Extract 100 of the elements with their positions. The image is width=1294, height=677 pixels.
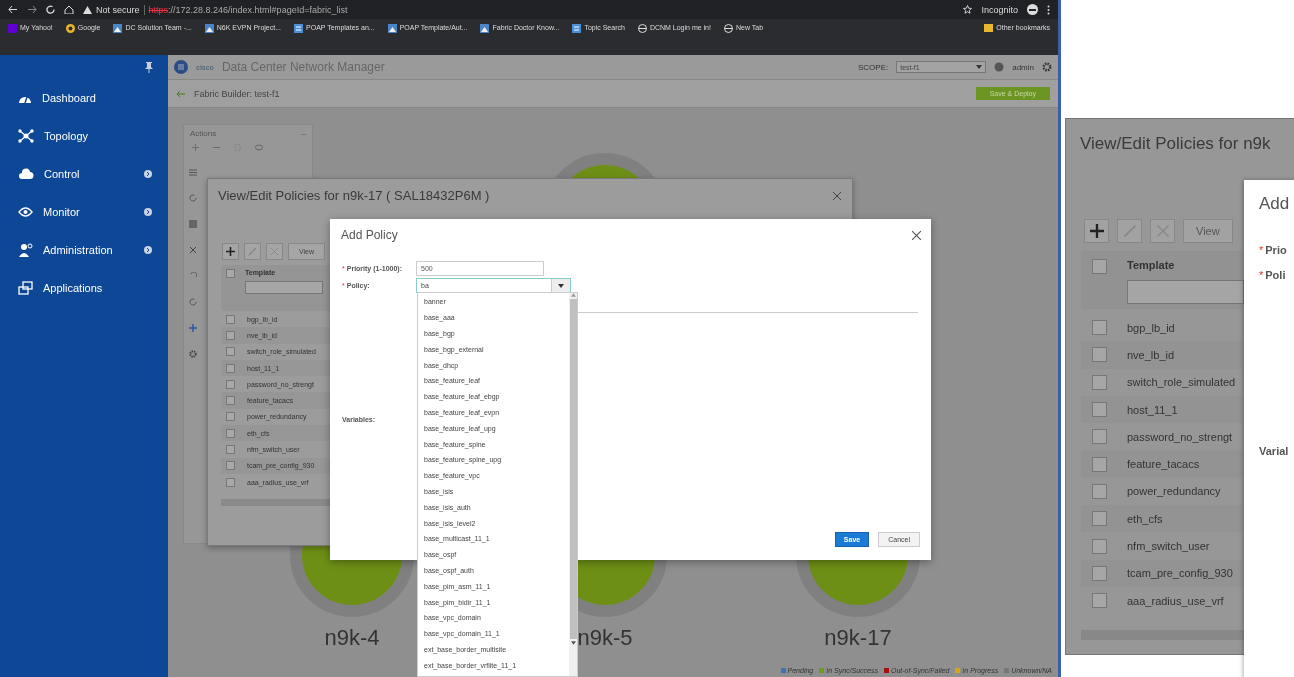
table-cell: aaa_radius_use_vrf (1127, 594, 1224, 607)
filter-field[interactable] (245, 281, 323, 294)
pin-icon (145, 61, 153, 73)
row-checkbox[interactable] (226, 428, 235, 438)
select-all-checkbox[interactable] (226, 269, 235, 278)
eye-icon (18, 207, 33, 217)
panel-title: Actions (190, 129, 217, 138)
network-icon (18, 129, 34, 143)
add-button[interactable] (1084, 219, 1109, 243)
table-cell: nfm_switch_user (1127, 540, 1210, 552)
dialog-title: View/Edit Policies for n9k-17 ( SAL18432P6M ) (218, 188, 490, 203)
dialog-title: Add (1259, 194, 1290, 214)
caret-icon (558, 283, 564, 288)
row-checkbox[interactable] (1092, 511, 1107, 527)
close-icon (832, 191, 842, 201)
row-checkbox[interactable] (226, 445, 235, 454)
horizontal-scrollbar[interactable] (221, 499, 331, 507)
node-label: n9k-5 (577, 625, 633, 651)
nav-item[interactable]: Dashboard (42, 92, 168, 104)
table-cell: password_no_strengt (1127, 430, 1233, 443)
settings-icon (1042, 62, 1052, 72)
row-checkbox[interactable] (226, 477, 235, 487)
table-cell: feature_tacacs (1127, 458, 1200, 471)
table-cell: bgp_lb_id (1127, 321, 1175, 334)
edit-button[interactable] (1117, 219, 1142, 243)
scroll-up-icon (570, 293, 576, 297)
row-checkbox[interactable] (1092, 402, 1107, 418)
table-cell: host_11_1 (1127, 403, 1178, 416)
nav-item[interactable]: Applications (43, 282, 168, 294)
close-icon (189, 246, 197, 254)
field-label: * Prio (1259, 244, 1287, 256)
minus-icon (213, 144, 220, 151)
row-checkbox[interactable] (1092, 347, 1107, 363)
column-header: Template (1127, 259, 1176, 271)
table-cell: eth_cfs (1127, 512, 1163, 525)
site-icon (113, 23, 123, 33)
plus-icon (192, 144, 199, 151)
star-icon (963, 5, 973, 14)
pencil-icon (1122, 224, 1137, 238)
row-checkbox[interactable] (1092, 320, 1107, 336)
row-checkbox[interactable] (1092, 538, 1107, 554)
add-button[interactable] (222, 243, 239, 260)
warning-icon (83, 5, 92, 14)
table-cell: nve_lb_id (1127, 348, 1175, 361)
settings-icon (189, 350, 197, 358)
profile-label: Incognito (981, 4, 1018, 15)
row-checkbox[interactable] (226, 461, 235, 471)
security-warning: Not secure (96, 4, 140, 15)
pencil-icon (248, 247, 257, 256)
folder-icon (984, 24, 994, 32)
row-checkbox[interactable] (226, 363, 235, 373)
site-icon (204, 23, 214, 33)
row-checkbox[interactable] (1092, 483, 1107, 499)
caret-icon (976, 65, 983, 69)
row-checkbox[interactable] (226, 379, 235, 389)
scrollbar-thumb[interactable] (569, 299, 577, 639)
page-title: Fabric Builder: test-f1 (194, 88, 281, 99)
home-icon (64, 5, 74, 14)
edit-button[interactable] (244, 243, 261, 260)
nav-item[interactable]: Topology (44, 130, 168, 142)
windows-icon (18, 281, 33, 295)
address-bar[interactable]: https://172.28.8.246/index.html#pageId=fabric_list (148, 4, 348, 15)
row-checkbox[interactable] (1092, 593, 1107, 609)
back-icon (8, 5, 18, 14)
table-cell: switch_role_simulated (1127, 376, 1236, 389)
nav-item[interactable]: Monitor (43, 206, 134, 218)
back-arrow-icon (176, 89, 186, 98)
row-checkbox[interactable] (1092, 429, 1107, 445)
filter-field[interactable] (1127, 280, 1244, 304)
row-checkbox[interactable] (226, 314, 235, 324)
node-label: n9k-17 (824, 625, 892, 651)
table-cell: power_redundancy (1127, 485, 1221, 498)
row-checkbox[interactable] (226, 412, 235, 422)
refresh-icon (189, 298, 197, 306)
row-checkbox[interactable] (1092, 456, 1107, 472)
yahoo-icon (8, 23, 17, 33)
close-icon (911, 230, 922, 241)
scope-label: SCOPE: (857, 62, 889, 72)
field-label: * Poli (1259, 269, 1286, 281)
nav-item[interactable]: Administration (43, 244, 134, 256)
plus-icon (1089, 224, 1104, 238)
row-checkbox[interactable] (226, 347, 235, 357)
row-checkbox[interactable] (226, 396, 235, 406)
nav-item[interactable]: Control (44, 168, 134, 180)
reload-icon (46, 5, 55, 14)
user-name[interactable]: admin (1012, 62, 1034, 72)
document-icon (294, 23, 303, 33)
table-cell: tcam_pre_config_930 (1127, 567, 1233, 580)
row-checkbox[interactable] (1092, 565, 1107, 581)
delete-button[interactable] (1150, 219, 1175, 243)
row-checkbox[interactable] (226, 330, 235, 340)
site-icon (480, 23, 490, 33)
list-icon (189, 169, 197, 176)
delete-button[interactable] (266, 243, 283, 260)
select-all-checkbox[interactable] (1092, 259, 1107, 274)
dialog-title: Add Policy (341, 228, 398, 242)
dialog-title: View/Edit Policies for n9k (1080, 134, 1271, 154)
cross-icon (270, 247, 279, 256)
row-checkbox[interactable] (1092, 374, 1107, 390)
cross-icon (1155, 224, 1170, 238)
